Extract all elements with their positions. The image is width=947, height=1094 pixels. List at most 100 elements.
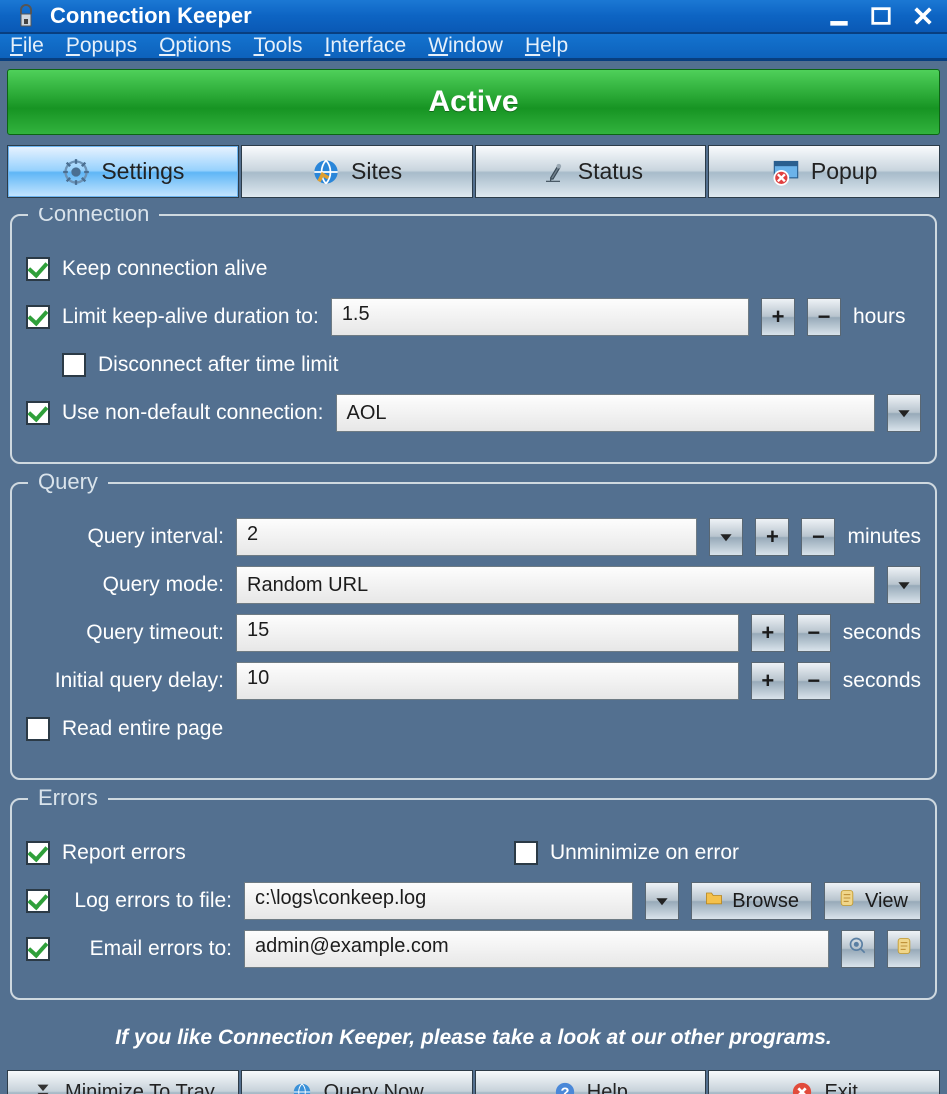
titlebar: Connection Keeper bbox=[0, 0, 947, 34]
button-label: Help bbox=[587, 1081, 628, 1094]
limit-duration-input[interactable]: 1.5 bbox=[331, 298, 749, 336]
menu-options[interactable]: Options bbox=[159, 34, 231, 58]
svg-text:?: ? bbox=[560, 1086, 569, 1094]
group-errors: Errors Report errors Unminimize on error… bbox=[10, 798, 937, 1000]
tab-popup[interactable]: Popup bbox=[708, 145, 940, 198]
help-button[interactable]: ? Help bbox=[475, 1070, 707, 1094]
disconnect-after-limit-label: Disconnect after time limit bbox=[98, 353, 338, 377]
view-button[interactable]: View bbox=[824, 882, 921, 920]
bottom-toolbar: Minimize To Tray Query Now ? Help Exit bbox=[7, 1070, 940, 1094]
log-errors-checkbox[interactable] bbox=[26, 889, 50, 913]
view-label: View bbox=[865, 890, 908, 913]
log-errors-label: Log errors to file: bbox=[62, 889, 232, 913]
menu-window[interactable]: Window bbox=[428, 34, 503, 58]
help-icon: ? bbox=[553, 1080, 577, 1094]
unminimize-on-error-checkbox[interactable] bbox=[514, 841, 538, 865]
email-log-button[interactable] bbox=[887, 930, 921, 968]
query-mode-label: Query mode: bbox=[26, 573, 224, 597]
report-errors-label: Report errors bbox=[62, 841, 186, 865]
non-default-connection-dropdown[interactable] bbox=[887, 394, 921, 432]
status-banner: Active bbox=[7, 69, 940, 135]
initial-delay-plus[interactable]: + bbox=[751, 662, 785, 700]
non-default-connection-select[interactable]: AOL bbox=[336, 394, 875, 432]
tab-status[interactable]: Status bbox=[475, 145, 707, 198]
group-legend: Connection bbox=[28, 208, 159, 227]
tabstrip: Settings Sites Status Popup bbox=[7, 145, 940, 198]
query-interval-input[interactable]: 2 bbox=[236, 518, 697, 556]
initial-delay-input[interactable]: 10 bbox=[236, 662, 739, 700]
query-timeout-input[interactable]: 15 bbox=[236, 614, 739, 652]
keep-alive-checkbox[interactable] bbox=[26, 257, 50, 281]
button-label: Minimize To Tray bbox=[65, 1081, 215, 1094]
menu-tools[interactable]: Tools bbox=[253, 34, 302, 58]
query-interval-plus[interactable]: + bbox=[755, 518, 789, 556]
query-interval-dropdown[interactable] bbox=[709, 518, 743, 556]
exit-button[interactable]: Exit bbox=[708, 1070, 940, 1094]
status-banner-text: Active bbox=[428, 85, 518, 119]
footer-promo-text[interactable]: If you like Connection Keeper, please ta… bbox=[10, 1026, 937, 1050]
email-errors-label: Email errors to: bbox=[62, 937, 232, 961]
group-query: Query Query interval: 2 + − minutes Quer… bbox=[10, 482, 937, 780]
email-errors-checkbox[interactable] bbox=[26, 937, 50, 961]
menu-interface[interactable]: Interface bbox=[325, 34, 407, 58]
tab-sites[interactable]: Sites bbox=[241, 145, 473, 198]
close-window-button[interactable] bbox=[909, 2, 937, 30]
minimize-window-button[interactable] bbox=[825, 2, 853, 30]
minimize-to-tray-button[interactable]: Minimize To Tray bbox=[7, 1070, 239, 1094]
query-interval-label: Query interval: bbox=[26, 525, 224, 549]
initial-delay-minus[interactable]: − bbox=[797, 662, 831, 700]
email-errors-input[interactable]: admin@example.com bbox=[244, 930, 829, 968]
gear-icon bbox=[61, 157, 91, 187]
client-area: Active Settings Sites Status Popup bbox=[0, 61, 947, 1094]
query-timeout-plus[interactable]: + bbox=[751, 614, 785, 652]
folder-icon bbox=[704, 888, 724, 914]
tab-label: Popup bbox=[811, 158, 878, 185]
group-connection: Connection Keep connection alive Limit k… bbox=[10, 214, 937, 464]
tab-settings[interactable]: Settings bbox=[7, 145, 239, 198]
limit-duration-checkbox[interactable] bbox=[26, 305, 50, 329]
menu-help[interactable]: Help bbox=[525, 34, 568, 58]
microscope-icon bbox=[538, 157, 568, 187]
disconnect-after-limit-checkbox[interactable] bbox=[62, 353, 86, 377]
email-settings-button[interactable] bbox=[841, 930, 875, 968]
tab-label: Settings bbox=[101, 158, 184, 185]
close-icon bbox=[790, 1080, 814, 1094]
log-file-dropdown[interactable] bbox=[645, 882, 679, 920]
query-mode-dropdown[interactable] bbox=[887, 566, 921, 604]
query-mode-select[interactable]: Random URL bbox=[236, 566, 875, 604]
query-timeout-unit: seconds bbox=[843, 621, 921, 645]
non-default-connection-checkbox[interactable] bbox=[26, 401, 50, 425]
limit-duration-minus[interactable]: − bbox=[807, 298, 841, 336]
query-timeout-minus[interactable]: − bbox=[797, 614, 831, 652]
button-label: Query Now bbox=[324, 1081, 424, 1094]
gear-magnify-icon bbox=[848, 936, 868, 962]
app-title: Connection Keeper bbox=[50, 3, 811, 29]
popup-blocker-icon bbox=[771, 157, 801, 187]
query-now-button[interactable]: Query Now bbox=[241, 1070, 473, 1094]
query-timeout-label: Query timeout: bbox=[26, 621, 224, 645]
app-icon bbox=[10, 0, 42, 32]
globe-icon bbox=[311, 157, 341, 187]
keep-alive-label: Keep connection alive bbox=[62, 257, 267, 281]
menu-popups[interactable]: Popups bbox=[66, 34, 137, 58]
read-entire-page-label: Read entire page bbox=[62, 717, 223, 741]
app-window: Connection Keeper File Popups Options To… bbox=[0, 0, 947, 1094]
query-interval-minus[interactable]: − bbox=[801, 518, 835, 556]
query-interval-unit: minutes bbox=[847, 525, 921, 549]
initial-delay-label: Initial query delay: bbox=[26, 669, 224, 693]
maximize-window-button[interactable] bbox=[867, 2, 895, 30]
menubar: File Popups Options Tools Interface Wind… bbox=[0, 34, 947, 61]
browse-label: Browse bbox=[732, 890, 799, 913]
report-errors-checkbox[interactable] bbox=[26, 841, 50, 865]
initial-delay-unit: seconds bbox=[843, 669, 921, 693]
menu-file[interactable]: File bbox=[10, 34, 44, 58]
read-entire-page-checkbox[interactable] bbox=[26, 717, 50, 741]
browse-button[interactable]: Browse bbox=[691, 882, 812, 920]
scroll-icon bbox=[894, 936, 914, 962]
non-default-connection-label: Use non-default connection: bbox=[62, 401, 324, 425]
group-legend: Query bbox=[28, 469, 108, 495]
button-label: Exit bbox=[824, 1081, 857, 1094]
log-file-input[interactable]: c:\logs\conkeep.log bbox=[244, 882, 633, 920]
limit-duration-unit: hours bbox=[853, 305, 921, 329]
limit-duration-plus[interactable]: + bbox=[761, 298, 795, 336]
